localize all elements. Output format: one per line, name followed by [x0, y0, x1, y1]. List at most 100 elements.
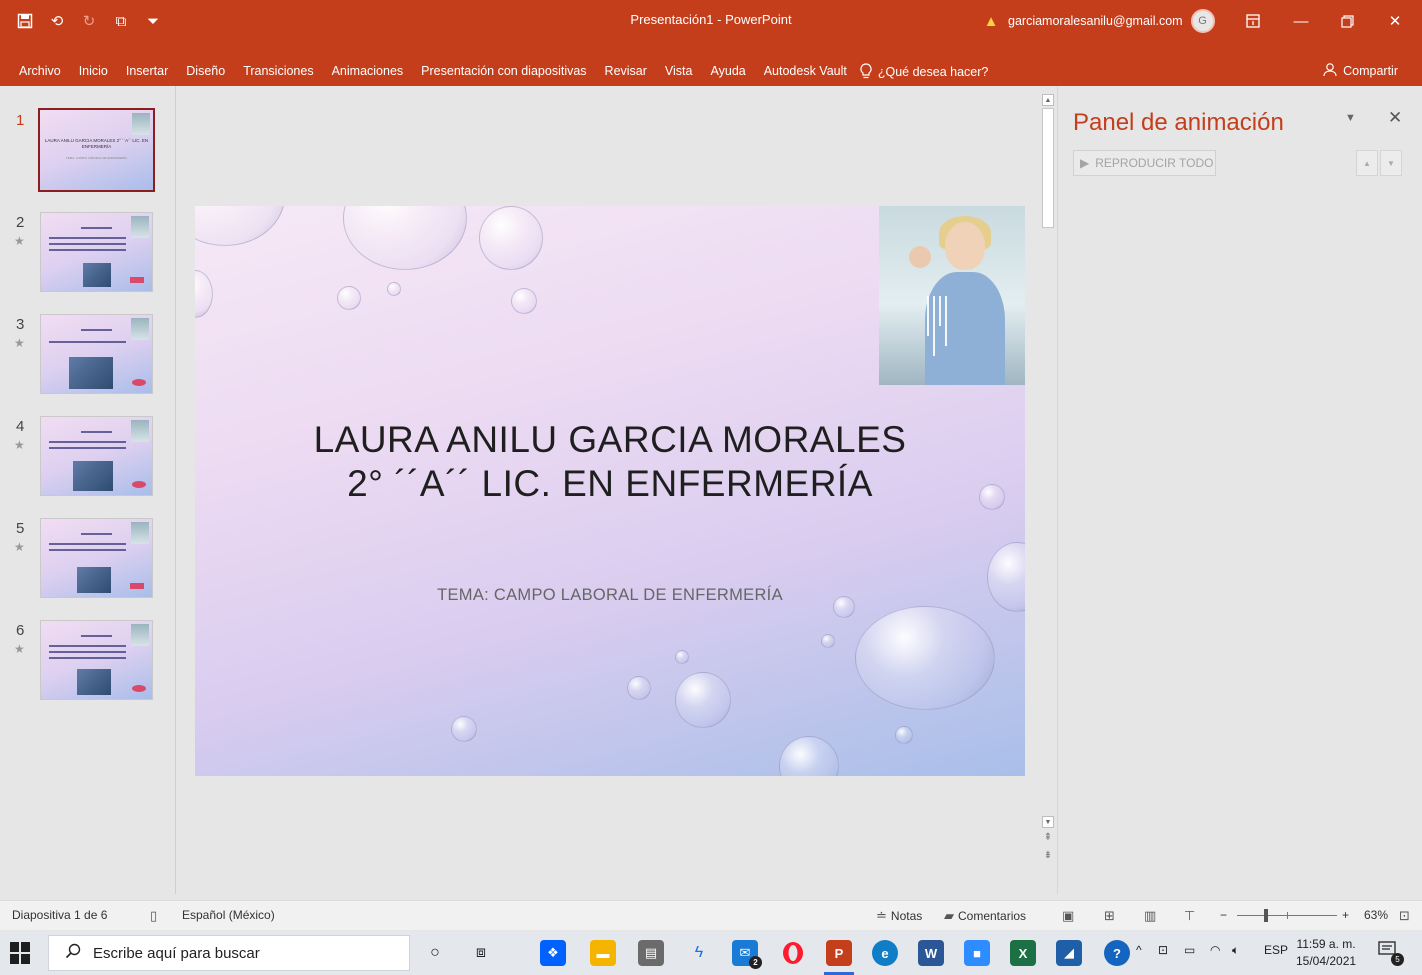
- thumbnail-photo: [83, 263, 111, 287]
- excel-icon[interactable]: X: [1010, 940, 1036, 966]
- tab-archivo[interactable]: Archivo: [10, 58, 70, 86]
- play-all-button[interactable]: ▶ REPRODUCIR TODO: [1073, 150, 1216, 176]
- undo-icon[interactable]: ⟲: [46, 10, 68, 32]
- tray-overflow-icon[interactable]: ^: [1136, 943, 1142, 957]
- normal-view-icon[interactable]: ▣: [1062, 908, 1074, 924]
- language-indicator[interactable]: Español (México): [182, 908, 275, 922]
- dropbox-icon[interactable]: ❖: [540, 940, 566, 966]
- app-bolt-icon[interactable]: ϟ: [686, 940, 712, 966]
- tab-animaciones[interactable]: Animaciones: [323, 58, 413, 86]
- slideshow-icon[interactable]: ⊤: [1184, 908, 1195, 924]
- tray-app-icon[interactable]: ⊡: [1158, 943, 1168, 957]
- powerpoint-icon[interactable]: P: [826, 940, 852, 966]
- scroll-down-icon[interactable]: ▼: [1042, 816, 1054, 828]
- tab-presentacion[interactable]: Presentación con diapositivas: [412, 58, 595, 86]
- account-area[interactable]: ▲ garciamoralesanilu@gmail.com G: [982, 9, 1215, 33]
- share-button[interactable]: Compartir: [1323, 62, 1398, 80]
- reading-view-icon[interactable]: ▥: [1144, 908, 1156, 924]
- present-icon[interactable]: ⧉: [110, 10, 132, 32]
- slide-thumbnail-image[interactable]: [40, 518, 153, 598]
- redo-icon[interactable]: ↻: [78, 10, 100, 32]
- thumbnail-photo: [131, 420, 149, 442]
- fit-slide-icon[interactable]: ⊡: [1399, 908, 1410, 924]
- tab-transiciones[interactable]: Transiciones: [234, 58, 322, 86]
- thumbnail-photo: [77, 567, 111, 593]
- slide-thumbnail-2[interactable]: 2 ★: [0, 212, 176, 302]
- move-down-icon[interactable]: ▼: [1380, 150, 1402, 176]
- close-icon[interactable]: ✕: [1372, 6, 1418, 36]
- opera-icon[interactable]: [780, 940, 806, 966]
- scroll-thumb[interactable]: [1042, 108, 1054, 228]
- tab-ayuda[interactable]: Ayuda: [702, 58, 755, 86]
- task-view-icon[interactable]: ⧈: [468, 940, 494, 966]
- tab-revisar[interactable]: Revisar: [596, 58, 656, 86]
- slide-canvas[interactable]: LAURA ANILU GARCIA MORALES 2° ´´A´´ LIC.…: [195, 206, 1025, 776]
- store-icon[interactable]: ▤: [638, 940, 664, 966]
- tab-insertar[interactable]: Insertar: [117, 58, 177, 86]
- photos-icon[interactable]: ◢: [1056, 940, 1082, 966]
- tell-me-label[interactable]: ¿Qué desea hacer?: [878, 65, 989, 79]
- slide-thumbnail-3[interactable]: 3 ★: [0, 314, 176, 404]
- water-drop: [855, 606, 995, 710]
- slide-title[interactable]: LAURA ANILU GARCIA MORALES 2° ´´A´´ LIC.…: [195, 418, 1025, 506]
- thumbnail-text: [49, 543, 126, 545]
- customize-icon[interactable]: ⏷: [142, 10, 164, 32]
- move-up-icon[interactable]: ▲: [1356, 150, 1378, 176]
- tab-diseno[interactable]: Diseño: [177, 58, 234, 86]
- share-label[interactable]: Compartir: [1343, 64, 1398, 78]
- zoom-level[interactable]: 63%: [1364, 908, 1388, 922]
- word-icon[interactable]: W: [918, 940, 944, 966]
- panel-options-icon[interactable]: ▼: [1345, 112, 1356, 124]
- slide-thumbnail-image[interactable]: [40, 212, 153, 292]
- notes-button[interactable]: ≐ Notas: [876, 908, 922, 924]
- slide-thumbnail-image[interactable]: [40, 416, 153, 496]
- previous-slide-icon[interactable]: ⇞: [1042, 832, 1054, 843]
- slide-sorter-icon[interactable]: ⊞: [1104, 908, 1115, 924]
- vertical-scrollbar[interactable]: ▲ ▼ ⇞ ⇟: [1040, 92, 1056, 876]
- volume-icon[interactable]: 🔈︎: [1232, 943, 1239, 958]
- network-icon[interactable]: ◠: [1210, 943, 1220, 957]
- zoom-app-icon[interactable]: ■: [964, 940, 990, 966]
- slide-thumbnail-4[interactable]: 4 ★: [0, 416, 176, 506]
- help-icon[interactable]: ?: [1104, 940, 1130, 966]
- ribbon-display-options-icon[interactable]: [1230, 6, 1276, 36]
- avatar[interactable]: G: [1190, 9, 1215, 33]
- panel-close-icon[interactable]: ✕: [1388, 108, 1402, 128]
- taskbar-search[interactable]: Escribe aquí para buscar: [48, 935, 410, 971]
- slide-subtitle[interactable]: TEMA: CAMPO LABORAL DE ENFERMERÍA: [195, 586, 1025, 605]
- nurse-photo[interactable]: [879, 206, 1025, 385]
- slide-thumbnail-image[interactable]: [40, 620, 153, 700]
- zoom-out-icon[interactable]: −: [1220, 908, 1227, 922]
- tab-autodesk-vault[interactable]: Autodesk Vault: [755, 58, 856, 86]
- tab-inicio[interactable]: Inicio: [70, 58, 117, 86]
- slide-thumbnail-6[interactable]: 6 ★: [0, 620, 176, 710]
- search-icon: [65, 943, 81, 963]
- mail-icon[interactable]: ✉ 2: [732, 940, 762, 969]
- clock-date: 15/04/2021: [1296, 954, 1357, 968]
- slide-thumbnail-image[interactable]: [40, 314, 153, 394]
- system-clock[interactable]: 11:59 a. m. 15/04/2021: [1296, 936, 1356, 970]
- edge-icon[interactable]: e: [872, 940, 898, 966]
- scroll-up-icon[interactable]: ▲: [1042, 94, 1054, 106]
- save-icon[interactable]: [14, 10, 36, 32]
- windows-start-icon[interactable]: [10, 942, 32, 964]
- zoom-slider-thumb[interactable]: [1264, 909, 1268, 922]
- restore-icon[interactable]: [1324, 6, 1370, 36]
- minimize-icon[interactable]: —: [1278, 6, 1324, 36]
- battery-icon[interactable]: ▭: [1184, 943, 1195, 957]
- comments-button[interactable]: ▰ Comentarios: [944, 908, 1026, 924]
- input-language[interactable]: ESP: [1264, 943, 1288, 957]
- tab-vista[interactable]: Vista: [656, 58, 702, 86]
- notifications-icon[interactable]: 5: [1378, 941, 1404, 966]
- tell-me-search[interactable]: ¿Qué desea hacer?: [860, 62, 989, 82]
- file-explorer-icon[interactable]: ▬: [590, 940, 616, 966]
- slide-thumbnail-5[interactable]: 5 ★: [0, 518, 176, 608]
- cortana-icon[interactable]: ○: [422, 940, 448, 966]
- windows-taskbar: Escribe aquí para buscar ○ ⧈ ❖ ▬ ▤ ϟ ✉ 2…: [0, 931, 1422, 975]
- account-email[interactable]: garciamoralesanilu@gmail.com: [1008, 14, 1183, 28]
- next-slide-icon[interactable]: ⇟: [1042, 850, 1054, 861]
- slide-thumbnail-1[interactable]: 1 LAURA ANILU GARCIA MORALES 2° ´´A´´ LI…: [0, 108, 176, 200]
- spellcheck-icon[interactable]: ▯: [150, 908, 157, 924]
- slide-thumbnail-image[interactable]: LAURA ANILU GARCIA MORALES 2° ´´A´´ LIC.…: [38, 108, 155, 192]
- zoom-in-icon[interactable]: +: [1342, 908, 1349, 922]
